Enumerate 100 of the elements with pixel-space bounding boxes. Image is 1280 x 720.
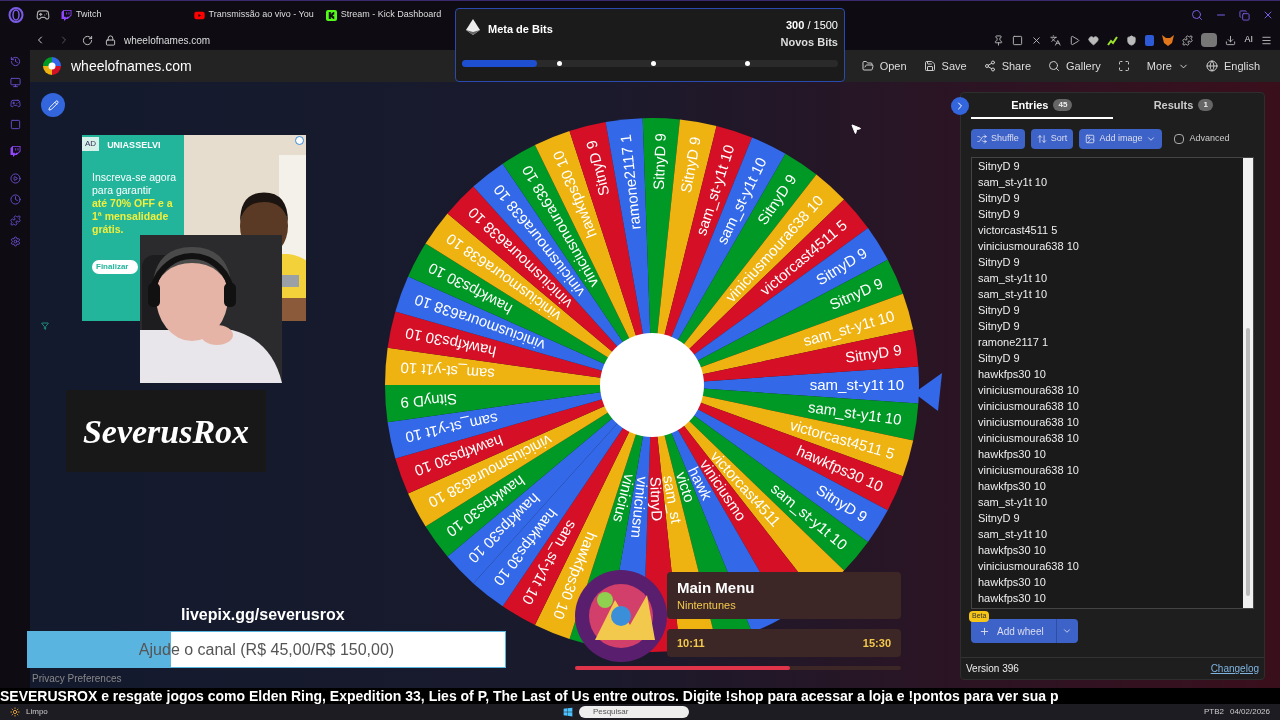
- monitor-icon[interactable]: [9, 77, 21, 88]
- twitch-icon[interactable]: [9, 146, 21, 157]
- panel-tab[interactable]: Entries 45: [971, 93, 1113, 119]
- open-icon: [861, 60, 874, 72]
- wheel-label: sam_st-y1t 10: [809, 376, 904, 393]
- weather-text[interactable]: Limpo: [26, 706, 48, 718]
- menu-icon[interactable]: [1261, 34, 1272, 46]
- wheel-hub[interactable]: [600, 333, 704, 437]
- tool-button[interactable]: Add image: [1079, 129, 1163, 149]
- elapsed-time: 10:11: [677, 635, 705, 651]
- entry-text: SitnyD 9: [978, 255, 1021, 270]
- panel-tab[interactable]: Results 1: [1112, 93, 1254, 119]
- heart-icon[interactable]: [1088, 34, 1100, 46]
- menu-button[interactable]: English: [1205, 57, 1260, 75]
- ad-info-icon[interactable]: [295, 136, 304, 145]
- entry-text: SitnyD 9: [978, 511, 1021, 526]
- image-icon: [1085, 134, 1096, 144]
- search-icon[interactable]: [1191, 9, 1203, 21]
- entry-text: sam_st-y1t 10: [978, 271, 1049, 286]
- entry-text: viniciusmoura638 10: [978, 399, 1080, 414]
- cursor-icon: [850, 123, 862, 135]
- address-field[interactable]: wheelofnames.com: [124, 32, 211, 48]
- download-icon[interactable]: [1225, 34, 1237, 46]
- filter-icon: [41, 322, 49, 330]
- clock-icon[interactable]: [9, 194, 21, 205]
- site-title[interactable]: wheelofnames.com: [71, 55, 192, 77]
- menu-button[interactable]: Gallery: [1048, 57, 1101, 75]
- entry-text: SitnyD 9: [978, 319, 1021, 334]
- start-icon[interactable]: [562, 707, 573, 717]
- entry-text: sam_st-y1t 10: [978, 495, 1049, 510]
- entry-text: hawkfps30 10: [978, 479, 1047, 494]
- ad-brand: UNIASSELVI: [107, 139, 161, 152]
- advanced-checkbox[interactable]: [1174, 134, 1185, 144]
- goal-count: 300 / 1500: [786, 18, 838, 33]
- tab-favicon-icon: [61, 9, 72, 21]
- tool-button[interactable]: Sort: [1030, 129, 1074, 149]
- browser-tab[interactable]: Transmissão ao vivo - You: [190, 4, 317, 26]
- fullscreen-button[interactable]: [1117, 60, 1130, 72]
- goal-subtitle: Novos Bits: [780, 34, 838, 50]
- wheel-label: SitnyD 9: [844, 341, 903, 366]
- wheel-logo-icon: [42, 56, 62, 76]
- wheel-label: SitnyD 9: [400, 390, 458, 412]
- extensions-icon[interactable]: [1182, 34, 1194, 46]
- ai-button[interactable]: AI: [1244, 33, 1253, 47]
- add-wheel-button[interactable]: Add wheel: [971, 619, 1056, 643]
- entry-text: viniciusmoura638 10: [978, 559, 1080, 574]
- wheel-label: ramone2117 1: [616, 133, 644, 231]
- pin-icon[interactable]: [993, 34, 1005, 46]
- signal-extension-icon[interactable]: [1107, 34, 1119, 46]
- menu-button[interactable]: Share: [983, 57, 1031, 75]
- play-icon[interactable]: [1069, 34, 1081, 46]
- total-time: 15:30: [862, 635, 891, 651]
- restore-icon[interactable]: [1239, 9, 1250, 21]
- entry-text: SitnyD 9: [978, 303, 1021, 318]
- square-icon[interactable]: [9, 119, 21, 130]
- extension-badge-icon[interactable]: [1145, 34, 1155, 46]
- ad-text: Inscreva-se agora para garantir: [92, 170, 177, 197]
- menu-button[interactable]: More: [1146, 57, 1189, 75]
- track-title: Main Menu: [677, 579, 756, 597]
- entry-text: hawkfps30 10: [978, 591, 1047, 606]
- reload-icon[interactable]: [82, 34, 93, 46]
- goal-title: Meta de Bits: [488, 22, 553, 37]
- menu-button[interactable]: Open: [861, 57, 907, 75]
- share-icon: [983, 60, 996, 72]
- gamepad-icon[interactable]: [36, 8, 50, 22]
- entry-text: hawkfps30 10: [978, 575, 1047, 590]
- ad-badge: AD: [82, 136, 100, 151]
- save-icon: [923, 60, 936, 72]
- entry-text: viniciusmoura638 10: [978, 463, 1080, 478]
- donation-url: livepix.gg/severusrox: [181, 605, 345, 625]
- browser-tab[interactable]: Stream - Kick Dashboard: [322, 4, 445, 26]
- keyboard-text[interactable]: PTB2: [1203, 706, 1224, 718]
- fox-icon[interactable]: [1162, 34, 1175, 46]
- plus-icon: [979, 625, 990, 637]
- search-icon: [1048, 60, 1060, 72]
- settings-icon[interactable]: [9, 236, 21, 247]
- advanced-label[interactable]: Advanced: [1189, 132, 1230, 146]
- entry-text: sam_st-y1t 10: [978, 527, 1049, 542]
- collapse-button[interactable]: [951, 97, 969, 115]
- profile-badge[interactable]: [1201, 33, 1218, 47]
- history-icon[interactable]: [9, 56, 21, 67]
- entry-text: hawkfps30 10: [978, 367, 1047, 382]
- shield-icon[interactable]: [1126, 34, 1138, 46]
- menu-button[interactable]: Save: [923, 57, 967, 75]
- taskbar-search-field[interactable]: Pesquisar: [578, 706, 689, 718]
- browser-tab[interactable]: Twitch: [58, 4, 105, 26]
- browser-logo-icon[interactable]: [8, 7, 24, 23]
- entry-text: hawkfps30 10: [978, 543, 1047, 558]
- changelog-link[interactable]: Changelog: [1210, 661, 1259, 676]
- privacy-link[interactable]: Privacy Preferences: [32, 671, 122, 686]
- translate-icon[interactable]: [1050, 34, 1062, 46]
- entry-text: ramone2117 1: [978, 335, 1050, 350]
- close-icon[interactable]: [1262, 9, 1274, 21]
- entries-field[interactable]: [971, 157, 1254, 609]
- sort-icon: [1036, 134, 1047, 144]
- date-text[interactable]: 04/02/2026: [1229, 706, 1270, 718]
- tool-button[interactable]: Shuffle: [971, 129, 1025, 149]
- ticker-text: SEVERUSROX e resgate jogos como Elden Ring, Expedition 33, Lies of P, The Last of Us entre outros. Digite !shop para acessar a loja e !pontos para ver sua p: [0, 688, 1059, 704]
- weather-icon[interactable]: [10, 707, 20, 717]
- scrollbar[interactable]: [1243, 158, 1253, 608]
